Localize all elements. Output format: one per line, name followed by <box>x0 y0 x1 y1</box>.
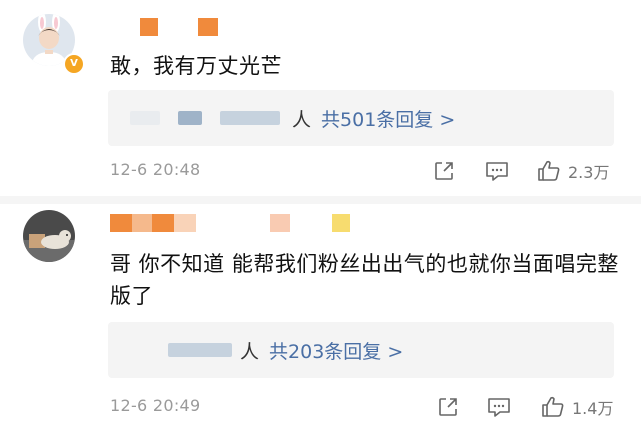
avatar[interactable] <box>23 210 75 262</box>
like-icon <box>538 160 560 181</box>
share-button[interactable] <box>436 394 460 420</box>
verified-badge-icon: V <box>63 53 85 75</box>
redaction-block <box>178 111 202 125</box>
like-count: 2.3万 <box>568 163 610 182</box>
comment-meta: 12-6 20:49 1.4万 <box>110 394 620 420</box>
username-redacted <box>110 214 360 234</box>
comment-item: 哥 你不知道 能帮我们粉丝出出气的也就你当面唱完整版了 人 共203条回复 > … <box>0 204 641 427</box>
comment-item: V 敢，我有万丈光芒 人 共501条回复 > 12-6 20:48 2.3万 <box>0 0 641 200</box>
timestamp: 12-6 20:48 <box>110 160 201 179</box>
comment-thread: V 敢，我有万丈光芒 人 共501条回复 > 12-6 20:48 2.3万 哥… <box>0 0 641 427</box>
redaction-block <box>270 214 290 232</box>
avatar-image <box>23 210 75 262</box>
like-button[interactable]: 1.4万 <box>540 394 613 420</box>
comment-button[interactable] <box>486 394 512 420</box>
share-icon <box>435 162 453 180</box>
share-button[interactable] <box>432 158 456 184</box>
redaction-block <box>132 214 152 232</box>
redaction-block <box>110 18 124 36</box>
redaction-block <box>198 18 218 36</box>
redaction-block <box>110 214 132 232</box>
redaction-block <box>140 18 158 36</box>
share-icon <box>439 398 457 416</box>
redaction-block <box>220 111 280 125</box>
reply-preview[interactable]: 人 共501条回复 > <box>108 90 614 146</box>
redaction-block <box>174 214 196 232</box>
redaction-block <box>332 214 350 232</box>
comment-text: 哥 你不知道 能帮我们粉丝出出气的也就你当面唱完整版了 <box>110 252 619 308</box>
redaction-block <box>152 214 174 232</box>
comment-icon <box>488 398 510 417</box>
view-replies-link[interactable]: 共203条回复 > <box>269 337 403 364</box>
divider <box>0 196 641 204</box>
comment-text: 敢，我有万丈光芒 <box>110 54 282 78</box>
redaction-block <box>168 343 232 357</box>
reply-preview-suffix: 人 <box>292 108 312 131</box>
comment-button[interactable] <box>484 158 510 184</box>
reply-preview-suffix: 人 <box>240 340 260 363</box>
comment-meta: 12-6 20:48 2.3万 <box>110 158 620 184</box>
view-replies-link[interactable]: 共501条回复 > <box>321 105 455 132</box>
redaction-block <box>130 111 160 125</box>
comment-icon <box>486 162 508 181</box>
username-redacted <box>110 18 230 38</box>
reply-preview[interactable]: 人 共203条回复 > <box>108 322 614 378</box>
like-count: 1.4万 <box>572 399 614 418</box>
like-button[interactable]: 2.3万 <box>536 158 609 184</box>
like-icon <box>542 396 564 417</box>
timestamp: 12-6 20:49 <box>110 396 201 415</box>
